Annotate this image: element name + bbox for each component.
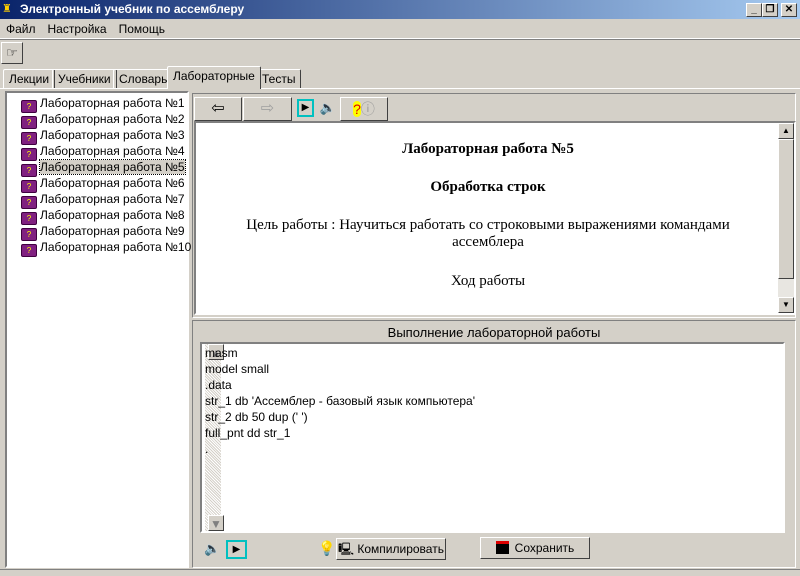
scroll-thumb[interactable] xyxy=(778,139,794,279)
status-bar xyxy=(0,569,800,576)
code-line: masm xyxy=(205,346,238,360)
tab-tests[interactable]: Тесты xyxy=(256,69,302,89)
floppy-disk-icon xyxy=(495,541,509,554)
menu-help[interactable]: Помощь xyxy=(119,22,165,36)
code-line: str_2 db 50 dup (' ') xyxy=(205,410,308,424)
code-line: . xyxy=(205,442,209,456)
code-line: .data xyxy=(205,378,232,392)
tab-lectures[interactable]: Лекции xyxy=(3,69,56,89)
lab-title: Лабораторная работа №5 xyxy=(402,141,574,157)
code-scroll-down[interactable]: ▼ xyxy=(208,515,224,531)
sound-button[interactable]: 🔈 xyxy=(318,97,338,121)
play-icon: ▶ xyxy=(232,544,241,555)
code-line: full_pnt dd str_1 xyxy=(205,426,291,440)
lightbulb-icon: 💡 xyxy=(318,540,336,556)
forward-button[interactable]: ⇨ xyxy=(243,97,292,121)
code-line: str_1 db 'Ассемблер - базовый язык компь… xyxy=(205,394,476,408)
play-button-bottom[interactable]: ▶ xyxy=(226,540,247,559)
play-icon: ▶ xyxy=(301,102,310,113)
scroll-up-button[interactable]: ▲ xyxy=(778,123,794,139)
menu-file[interactable]: Файл xyxy=(6,22,36,36)
restore-button[interactable]: ❐ xyxy=(762,3,778,17)
menu-settings[interactable]: Настройка xyxy=(48,22,107,36)
close-button[interactable]: ✕ xyxy=(781,3,797,17)
code-line: model small xyxy=(205,362,270,376)
hand-pointer-icon: ☞ xyxy=(6,45,18,60)
code-editor[interactable]: ▲ ▼ masm model small .data str_1 db 'Ассемб… xyxy=(200,342,785,533)
tree-item[interactable]: ? Лабораторная работа №1 xyxy=(21,95,185,113)
lab-goal: Цель работы : Научиться работать со стро… xyxy=(246,217,730,250)
tree-item[interactable]: ? Лабораторная работа №4 xyxy=(21,143,185,161)
tree-item[interactable]: ? Лабораторная работа №10 xyxy=(21,239,191,257)
tab-labs[interactable]: Лабораторные xyxy=(167,66,261,89)
play-button[interactable]: ▶ xyxy=(297,99,314,117)
content-scrollbar[interactable]: ▲ ▼ xyxy=(778,123,794,313)
tree-item[interactable]: ? Лабораторная работа №8 xyxy=(21,207,185,225)
title-bar: Электронный учебник по ассемблеру xyxy=(0,0,800,19)
arrow-right-icon: ⇨ xyxy=(260,100,275,117)
tree-item[interactable]: ? Лабораторная работа №2 xyxy=(21,111,185,129)
menu-bar: Файл Настройка Помощь xyxy=(0,19,800,39)
book-icon: ? xyxy=(21,244,37,257)
scroll-down-button[interactable]: ▼ xyxy=(778,297,794,313)
help-question-icon: ? xyxy=(353,101,361,117)
lab-subtitle: Обработка строк xyxy=(430,179,546,195)
lab-tree[interactable]: ? Лабораторная работа №1? Лабораторная раб… xyxy=(5,91,191,568)
lab-content: Лабораторная работа №5 Обработка строк Ц… xyxy=(194,121,796,315)
pointer-hand-button[interactable]: ☞ xyxy=(1,42,23,64)
computer-icon: 🖳 xyxy=(338,542,358,556)
window-title: Электронный учебник по ассемблеру xyxy=(20,2,245,16)
tree-item[interactable]: ? Лабораторная работа №9 xyxy=(21,223,185,241)
tree-item[interactable]: ? Лабораторная работа №7 xyxy=(21,191,185,209)
tree-item[interactable]: ? Лабораторная работа №6 xyxy=(21,175,185,193)
app-icon: ♜ xyxy=(2,3,12,15)
exec-label: Выполнение лабораторной работы xyxy=(387,325,601,340)
tree-item[interactable]: ? Лабораторная работа №3 xyxy=(21,127,185,145)
tree-item[interactable]: ? Лабораторная работа №5 xyxy=(21,159,186,177)
minimize-button[interactable]: _ xyxy=(746,3,762,17)
speaker-icon[interactable]: 🔈 xyxy=(204,541,220,557)
arrow-left-icon: ⇦ xyxy=(211,100,225,117)
tab-textbooks[interactable]: Учебники xyxy=(52,69,117,89)
help-button[interactable]: ?ⓘ xyxy=(340,97,388,121)
lab-progress-heading: Ход работы xyxy=(450,273,526,289)
save-button[interactable]: Сохранить xyxy=(480,537,590,559)
speaker-icon: 🔈 xyxy=(319,100,337,115)
compile-button[interactable]: 🖳 Компилировать xyxy=(336,538,446,560)
back-button[interactable]: ⇦ xyxy=(194,97,242,121)
tab-dictionary[interactable]: Словарь xyxy=(113,69,174,89)
